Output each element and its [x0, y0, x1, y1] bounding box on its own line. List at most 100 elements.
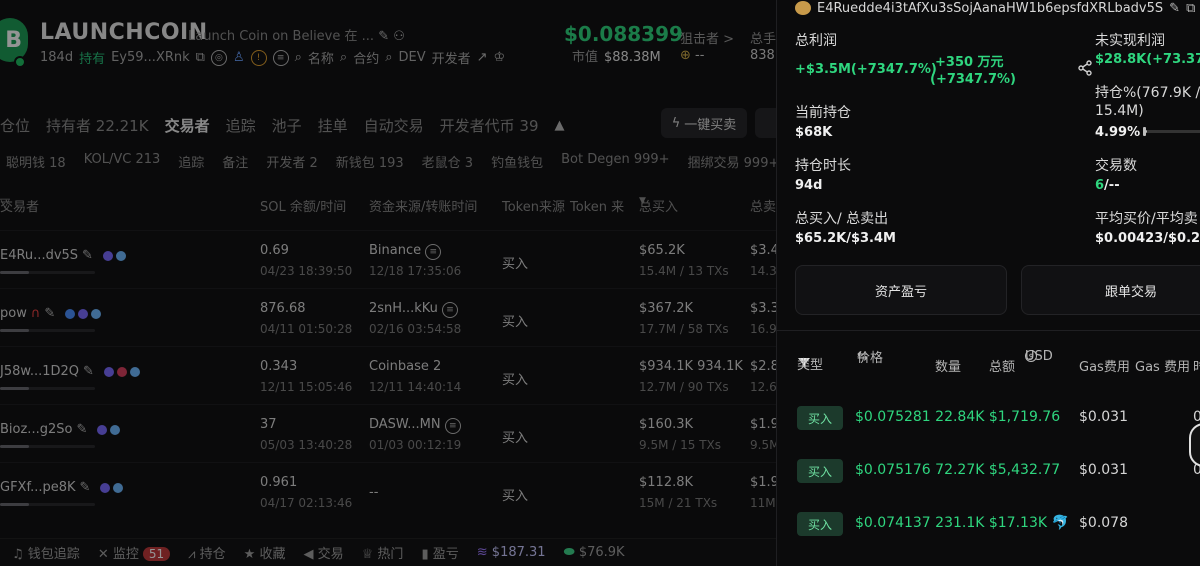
col-gas-2[interactable]: Gas 费用	[1135, 356, 1190, 375]
col-total-sell[interactable]: 总卖	[750, 196, 776, 215]
filter-new-wallet[interactable]: 新钱包 193	[336, 152, 404, 171]
megaphone-icon: ◀	[303, 547, 314, 562]
total-sell-sub: 12.6	[750, 380, 776, 394]
collapse-icon[interactable]: ▲	[555, 118, 565, 133]
col-time[interactable]: 时	[1193, 356, 1200, 375]
trader-name[interactable]: pow ∩ ✎	[0, 306, 102, 321]
trade-price-amount-total: $0.075176 72.27K $5,432.77	[855, 462, 1061, 478]
tab-positions[interactable]: 仓位	[0, 115, 30, 136]
search-name[interactable]: 名称	[308, 48, 334, 67]
side-scroll-handle[interactable]	[1189, 423, 1200, 467]
filter-phishing[interactable]: 钓鱼钱包	[491, 152, 543, 171]
tab-dev-tokens[interactable]: 开发者代币 39	[440, 115, 539, 136]
pnl-button[interactable]: ▮ 盈亏	[421, 543, 458, 562]
col-amount[interactable]: 数量	[935, 356, 961, 375]
filter-dev[interactable]: 开发者 2	[266, 152, 317, 171]
col-token-source-2[interactable]: Token 来	[570, 196, 624, 215]
tab-traders[interactable]: 交易者	[165, 115, 210, 136]
external-link-icon[interactable]: ↗	[477, 50, 488, 65]
token-page: B LAUNCHCOIN Launch Coin on Believe 在 ..…	[0, 0, 776, 566]
filter-bundle[interactable]: 捆绑交易 999+	[688, 152, 776, 171]
trader-name[interactable]: J58w...1D2Q ✎	[0, 364, 140, 379]
whale-icon: 🐬	[1051, 515, 1069, 531]
edit-icon[interactable]: ✎	[1169, 1, 1180, 16]
trader-name[interactable]: E4Ru...dv5S ✎	[0, 248, 126, 263]
tab-auto-trade[interactable]: 自动交易	[364, 115, 424, 136]
search-developer[interactable]: 开发者	[432, 48, 471, 67]
edit-icon[interactable]: ✎	[82, 248, 93, 263]
trade-row[interactable]: 买入 $0.074137 231.1K $17.13K 🐬 $0.078	[777, 504, 1200, 544]
favorites-button[interactable]: ★ 收藏	[244, 543, 286, 562]
sol-time: 04/23 18:39:50	[260, 264, 353, 278]
filter-tracking[interactable]: 追踪	[178, 152, 204, 171]
user-icon[interactable]: ♙	[233, 50, 245, 65]
divider	[777, 330, 1200, 331]
stack-icon	[116, 366, 127, 377]
fund-source[interactable]: Binance ≡	[369, 243, 442, 260]
fund-source[interactable]: Coinbase 2	[369, 359, 441, 374]
trader-name[interactable]: GFXf...pe8K ✎	[0, 480, 124, 495]
col-sol[interactable]: SOL 余额/时间	[260, 196, 346, 215]
edit-icon[interactable]: ✎	[76, 422, 87, 437]
globe-icon[interactable]: ◎	[210, 49, 227, 66]
edit-icon[interactable]: ✎	[83, 364, 94, 379]
col-gas[interactable]: Gas费用	[1079, 356, 1130, 375]
settings-button[interactable]	[755, 108, 776, 138]
trade-row[interactable]: 买入 $0.075176 72.27K $5,432.77 $0.031 0	[777, 451, 1200, 491]
monitor-button[interactable]: ✕ 监控 51	[98, 543, 171, 562]
tab-holders[interactable]: 持有者 22.21K	[46, 115, 149, 136]
swap-icon[interactable]: ⇆	[857, 349, 868, 364]
holder-address[interactable]: Ey59...XRnk	[111, 50, 190, 65]
copy-icon[interactable]: ⧉	[196, 50, 205, 65]
wallet-address[interactable]: E4Ruedde4i3tAfXu3sSojAanaHW1b6epsfdXRLba…	[817, 1, 1163, 16]
edit-icon[interactable]: ✎	[80, 480, 91, 495]
fund-source[interactable]: DASW...MN ≡	[369, 417, 461, 434]
fund-source[interactable]: 2snH...kKu ≡	[369, 301, 459, 318]
warning-icon[interactable]: !	[250, 49, 267, 66]
trade-row[interactable]: 买入 $0.075281 22.84K $1,719.76 $0.031 0	[777, 398, 1200, 438]
total-buy-sub: 15.4M / 13 TXs	[639, 264, 729, 278]
col-source[interactable]: 资金来源/转账时间	[369, 196, 477, 215]
filter-insider[interactable]: 老鼠仓 3	[422, 152, 473, 171]
fund-source-text: DASW...MN	[369, 417, 441, 432]
edit-icon[interactable]: ✎	[378, 29, 389, 44]
table-row[interactable]: J58w...1D2Q ✎ 0.343 12/11 15:05:46 Coinb…	[0, 346, 776, 403]
tab-orders[interactable]: 挂单	[318, 115, 348, 136]
table-row[interactable]: GFXf...pe8K ✎ 0.961 04/17 02:13:46 -- 买入…	[0, 462, 776, 519]
crown-icon[interactable]: ♔	[494, 50, 506, 65]
hot-button[interactable]: ♕ 热门	[362, 543, 404, 562]
buy-badge: 买入	[797, 406, 843, 430]
diamond-icon	[113, 482, 124, 493]
pill-price: ⬬ $76.9K	[564, 545, 625, 560]
tab-pools[interactable]: 池子	[272, 115, 302, 136]
search-contract[interactable]: 合约	[353, 48, 379, 67]
edit-icon[interactable]: ✎	[44, 306, 55, 321]
filter-bot-degen[interactable]: Bot Degen 999+	[561, 152, 669, 171]
currency-toggle-icon[interactable]: $	[1025, 350, 1037, 362]
table-row[interactable]: pow ∩ ✎ 876.68 04/11 01:50:28 2snH...kKu …	[0, 288, 776, 345]
col-type[interactable]: 类型	[797, 356, 823, 373]
wallet-track-button[interactable]: ♫ 钱包追踪	[12, 543, 80, 562]
col-total[interactable]: 总额	[989, 356, 1015, 375]
share-icon[interactable]	[1077, 60, 1093, 76]
filter-icon[interactable]: ▽	[0, 196, 10, 211]
sniper-label[interactable]: 狙击者 >	[680, 28, 734, 47]
one-click-trade-button[interactable]: ϟ 一键买卖	[661, 108, 747, 138]
filter-notes[interactable]: 备注	[222, 152, 248, 171]
copy-icon[interactable]: ⧉	[1186, 1, 1195, 16]
tab-tracking[interactable]: 追踪	[226, 115, 256, 136]
filter-kol[interactable]: KOL/VC 213	[84, 152, 161, 171]
col-token-source[interactable]: Token来源	[502, 196, 565, 215]
menu-icon[interactable]: ≡	[272, 49, 289, 66]
table-row[interactable]: Bioz...g2So ✎ 37 05/03 13:40:28 DASW...M…	[0, 404, 776, 461]
search-dev[interactable]: DEV	[398, 50, 425, 65]
copy-trade-button[interactable]: 跟单交易	[1021, 265, 1200, 315]
market-cap-value: $88.38M	[604, 50, 661, 65]
search-icon: ⌕	[385, 50, 393, 65]
trader-name[interactable]: Bioz...g2So ✎	[0, 422, 121, 437]
trade-button[interactable]: ◀ 交易	[303, 543, 343, 562]
asset-pnl-button[interactable]: 资产盈亏	[795, 265, 1007, 315]
positions-button[interactable]: ⩘ 持仓	[188, 543, 226, 562]
table-row[interactable]: E4Ru...dv5S ✎ 0.69 04/23 18:39:50 Binanc…	[0, 230, 776, 287]
filter-smart-money[interactable]: 聪明钱 18	[6, 152, 66, 171]
